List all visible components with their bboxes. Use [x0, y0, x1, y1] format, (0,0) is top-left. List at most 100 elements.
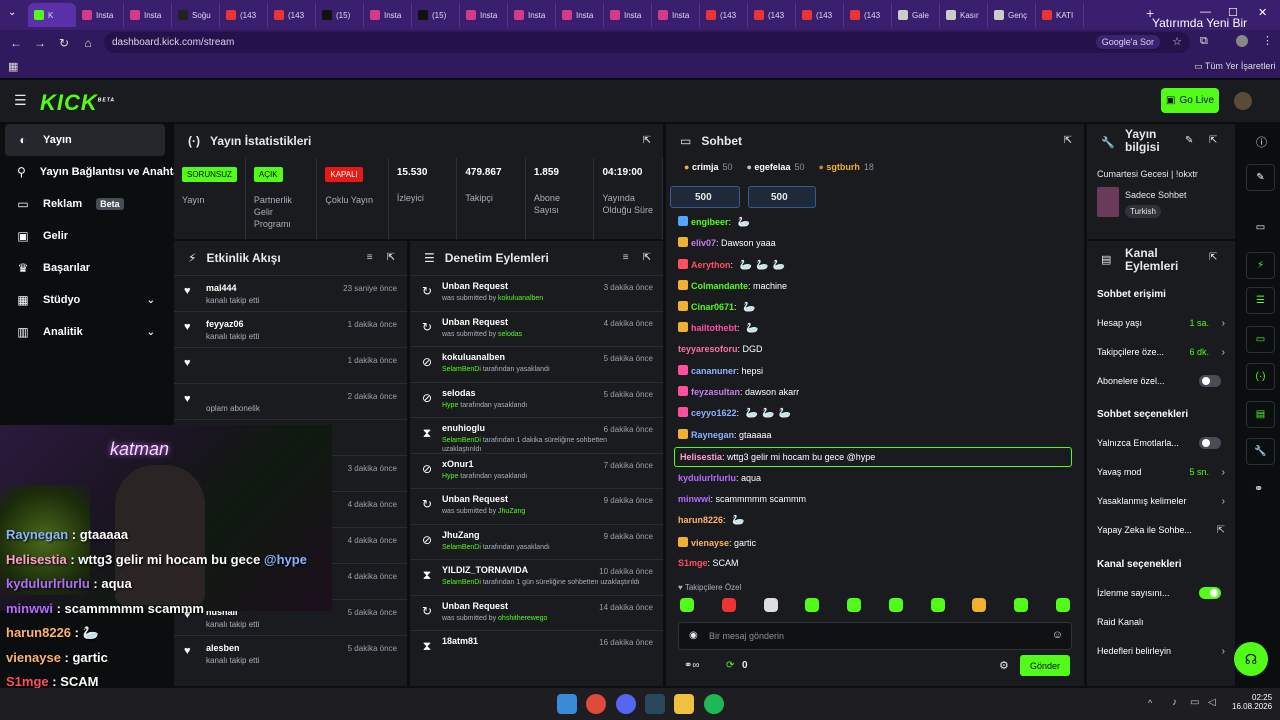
- browser-tab[interactable]: K: [28, 3, 76, 27]
- followers-only-setting[interactable]: Takipçilere öze... 6 dk. ›: [1097, 342, 1225, 362]
- filter-icon[interactable]: ≡: [623, 252, 629, 263]
- raid-channel-setting[interactable]: Raid Kanalı: [1097, 612, 1225, 632]
- sidebar-item-link[interactable]: ⚲ Yayın Bağlantısı ve Anahtar: [5, 156, 184, 188]
- chat-username[interactable]: vienayse: [691, 538, 729, 548]
- new-tab-icon[interactable]: +: [1146, 5, 1154, 21]
- sidebar-item-studio[interactable]: ▦ Stüdyo ⌄: [5, 284, 165, 316]
- goals-setting[interactable]: Hedefleri belirleyin ›: [1097, 641, 1225, 661]
- spotify-icon[interactable]: [704, 694, 724, 714]
- chat-message[interactable]: minwwi: scammmmm scammm: [678, 494, 806, 504]
- chat-message[interactable]: eliv07: Dawson yaaa: [678, 237, 776, 248]
- chat-message[interactable]: feyzasultan: dawson akarr: [678, 386, 799, 397]
- chat-username[interactable]: S1mge: [678, 558, 708, 568]
- chat-message[interactable]: teyyaresoforu: DGD: [678, 344, 763, 354]
- quick-emote-icon[interactable]: [930, 598, 945, 612]
- quick-emote-icon[interactable]: [1055, 598, 1070, 612]
- moderation-row[interactable]: ↻ Unban Request was submitted by JhuZang 9 …: [410, 488, 663, 523]
- chat-message[interactable]: kydulurlrlurlu: aqua: [678, 473, 761, 483]
- sidebar-item-ad[interactable]: ▭ Reklam Beta: [5, 188, 165, 220]
- quick-emote-icon[interactable]: [888, 598, 903, 612]
- chat-username[interactable]: Aerython: [691, 260, 731, 270]
- browser-tab[interactable]: Gale: [892, 3, 940, 27]
- chat-settings-gear-icon[interactable]: ⚙: [999, 659, 1009, 672]
- subs-only-toggle[interactable]: [1199, 375, 1221, 387]
- home-icon[interactable]: ⌂: [76, 36, 100, 50]
- moderation-row[interactable]: ⧗ 18atm81 16 dakika önce: [410, 630, 663, 665]
- chat-username[interactable]: Raynegan: [691, 430, 734, 440]
- moderation-row[interactable]: ⊘ selodas Hype tarafından yasaklandı 5 daki…: [410, 381, 663, 417]
- chat-message-input[interactable]: ◉ Bir mesaj gönderin ☺: [678, 622, 1072, 650]
- hamburger-menu-icon[interactable]: ☰: [14, 92, 27, 109]
- moderation-row[interactable]: ⊘ JhuZang SelamBenDi tarafından yasaklandı…: [410, 523, 663, 559]
- maximize-icon[interactable]: ☐: [1228, 6, 1238, 19]
- info-icon[interactable]: ⓘ: [1256, 134, 1267, 150]
- popout-icon[interactable]: ⇱: [643, 135, 651, 146]
- browser-tab[interactable]: (143: [844, 3, 892, 27]
- top-gifter[interactable]: ● egefelaa 50: [746, 162, 804, 172]
- microphone-icon[interactable]: ♪: [1172, 697, 1177, 708]
- chat-username[interactable]: eliv07: [691, 238, 716, 248]
- chat-username[interactable]: kydulurlrlurlu: [678, 473, 736, 483]
- browser-tab[interactable]: Soğu: [172, 3, 220, 27]
- activity-row[interactable]: ♥ feyyaz06 kanalı takip etti 1 dakika önce: [174, 311, 407, 347]
- moderation-row[interactable]: ⧗ enuhioglu SelamBenDi tarafından 1 dakika…: [410, 417, 663, 453]
- browser-tab[interactable]: KATI: [1036, 3, 1084, 27]
- chat-username[interactable]: hailtothebt: [691, 323, 737, 333]
- browser-tab[interactable]: Insta: [364, 3, 412, 27]
- emotes-only-toggle[interactable]: [1199, 437, 1221, 449]
- file-explorer-icon[interactable]: [674, 694, 694, 714]
- activity-row[interactable]: ♥ mal444 kanalı takip etti 23 saniye önce: [174, 275, 407, 311]
- start-icon[interactable]: [557, 694, 577, 714]
- tab-list-icon[interactable]: ⌄: [8, 7, 16, 18]
- tray-chevron-icon[interactable]: ^: [1148, 698, 1152, 708]
- chat-message[interactable]: hailtothebt: 🦢: [678, 322, 758, 334]
- browser-tab[interactable]: Insta: [652, 3, 700, 27]
- chat-icon[interactable]: ▭: [1246, 326, 1275, 353]
- close-window-icon[interactable]: ✕: [1258, 6, 1267, 19]
- chat-username[interactable]: teyyaresoforu: [678, 344, 738, 354]
- edit-icon[interactable]: ✎: [1246, 164, 1275, 191]
- view-count-setting[interactable]: İzlenme sayısını...: [1097, 583, 1225, 603]
- sidebar-item-analytics[interactable]: ▥ Analitik ⌄: [5, 316, 165, 348]
- volume-icon[interactable]: ◁: [1208, 697, 1216, 708]
- category-name[interactable]: Sadece Sohbet: [1125, 190, 1187, 200]
- browser-tab[interactable]: Genç: [988, 3, 1036, 27]
- sidebar-item-broadcast[interactable]: ◐ Yayın: [5, 124, 165, 156]
- browser-tab[interactable]: Insta: [604, 3, 652, 27]
- moderation-row[interactable]: ⧗ YILDIZ_TORNAVIDA SelamBenDi tarafından 1…: [410, 559, 663, 594]
- kick-logo[interactable]: KICKBETA: [40, 90, 115, 116]
- lightning-icon[interactable]: ⚡: [1246, 252, 1275, 279]
- chat-message[interactable]: S1mge: SCAM: [678, 558, 739, 568]
- browser-tab[interactable]: Insta: [508, 3, 556, 27]
- chat-message[interactable]: harun8226: 🦢: [678, 515, 745, 526]
- browser-tab[interactable]: Insta: [460, 3, 508, 27]
- broadcast-icon[interactable]: (·): [1246, 363, 1275, 390]
- chrome-icon[interactable]: [586, 694, 606, 714]
- quick-emote-icon[interactable]: [972, 598, 987, 612]
- list-icon[interactable]: ☰: [1246, 287, 1275, 314]
- browser-tab[interactable]: (15): [316, 3, 364, 27]
- chat-username[interactable]: feyzasultan: [691, 387, 740, 397]
- google-ask-button[interactable]: Google'a Sor: [1095, 35, 1160, 49]
- chat-message[interactable]: Aerython: 🦢 🦢 🦢: [678, 259, 785, 271]
- browser-tab[interactable]: Insta: [124, 3, 172, 27]
- wrench-icon[interactable]: 🔧: [1246, 438, 1275, 465]
- browser-tab[interactable]: (15): [412, 3, 460, 27]
- browser-tab[interactable]: (143: [220, 3, 268, 27]
- popout-icon[interactable]: ⇱: [1064, 135, 1072, 146]
- sidebar-item-revenue[interactable]: ▣ Gelir: [5, 220, 165, 252]
- sidebar-item-trophy[interactable]: ♛ Başarılar: [5, 252, 165, 284]
- browser-tab[interactable]: (143: [796, 3, 844, 27]
- chat-username[interactable]: ceyyo1622: [691, 408, 737, 418]
- quick-emote-icon[interactable]: [1014, 598, 1029, 612]
- chat-users-icon[interactable]: ⚭∞: [684, 660, 700, 671]
- chat-message[interactable]: vienayse: gartic: [678, 537, 756, 548]
- share-icon[interactable]: ⚭: [1254, 482, 1263, 495]
- top-gifter[interactable]: ● crimja 50: [684, 162, 732, 172]
- send-button[interactable]: Gönder: [1020, 655, 1070, 676]
- chat-message[interactable]: ceyyo1622: 🦢 🦢 🦢: [678, 407, 791, 419]
- network-icon[interactable]: ▭: [1190, 697, 1199, 708]
- chat-message[interactable]: Colmandante: machine: [678, 280, 787, 291]
- help-headset-icon[interactable]: ☊: [1234, 642, 1268, 676]
- browser-tab[interactable]: Insta: [556, 3, 604, 27]
